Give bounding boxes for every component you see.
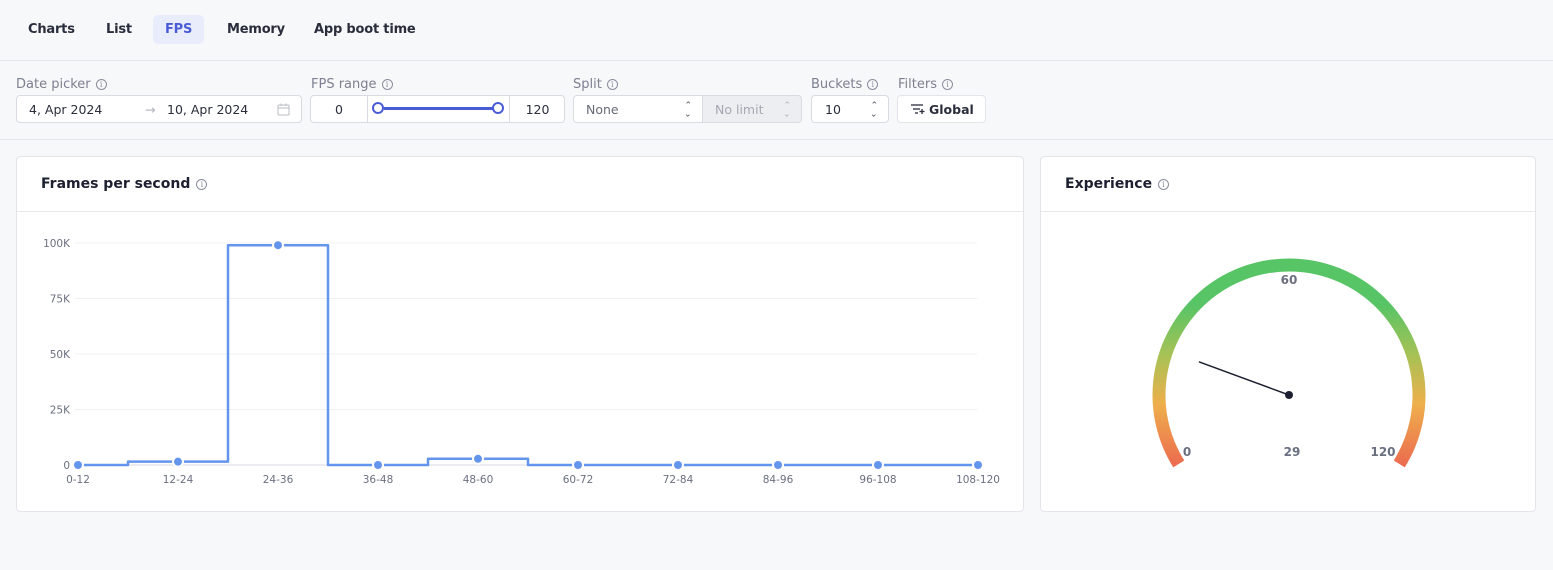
split-value: None <box>586 101 619 117</box>
data-point <box>674 461 682 469</box>
data-point <box>174 457 182 466</box>
split-select[interactable]: None ⌃ ⌃ <box>573 95 703 123</box>
gauge-min-label: 0 <box>1183 445 1191 459</box>
info-icon[interactable]: i <box>941 79 953 90</box>
date-picker-label-text: Date picker <box>16 77 91 92</box>
split-label: Split i <box>573 77 618 92</box>
experience-card-header: Experience i <box>1041 157 1535 212</box>
data-point <box>274 241 282 250</box>
chevron-updown-icon: ⌃ ⌃ <box>870 101 878 118</box>
calendar-icon <box>277 103 290 116</box>
y-tick-label: 75K <box>50 294 71 306</box>
x-tick-label: 108-120 <box>956 474 1000 486</box>
info-icon[interactable]: i <box>606 79 618 90</box>
y-tick-label: 0 <box>63 460 70 472</box>
fps-min-handle[interactable] <box>372 102 384 114</box>
tab-list[interactable]: List <box>94 15 144 44</box>
chevron-updown-icon: ⌃ ⌃ <box>783 101 791 118</box>
global-filter-label: Global <box>929 101 974 117</box>
fps-chart-card: Frames per second i 0 25K 50K 75K 100K 0-12 12… <box>16 156 1024 512</box>
x-tick-label: 60-72 <box>563 474 594 486</box>
experience-gauge: 0 60 120 29 <box>1152 258 1426 468</box>
date-range-picker[interactable]: 4, Apr 2024 → 10, Apr 2024 <box>16 95 302 123</box>
fps-max-input[interactable]: 120 <box>510 102 565 117</box>
data-point <box>474 454 482 463</box>
data-point <box>774 461 782 469</box>
data-point <box>374 461 382 469</box>
end-date[interactable]: 10, Apr 2024 <box>167 102 248 117</box>
split-limit-select[interactable]: No limit ⌃ ⌃ <box>702 95 802 123</box>
x-tick-label: 36-48 <box>363 474 394 486</box>
split-limit-value: No limit <box>715 101 764 117</box>
data-point <box>574 461 582 469</box>
tab-app-boot-time[interactable]: App boot time <box>302 15 428 44</box>
y-tick-label: 100K <box>43 238 71 250</box>
fps-card-title: Frames per second <box>41 176 191 192</box>
info-icon[interactable]: i <box>381 79 393 90</box>
buckets-value: 10 <box>825 101 841 117</box>
filter-add-icon <box>911 104 925 114</box>
fps-max-handle[interactable] <box>492 102 504 114</box>
fps-range-label: FPS range i <box>311 77 393 92</box>
data-point <box>74 461 82 469</box>
gauge-needle-hub <box>1285 391 1293 399</box>
chevron-updown-icon: ⌃ ⌃ <box>684 101 692 118</box>
global-filter-button[interactable]: Global <box>897 95 986 123</box>
data-point <box>974 461 982 469</box>
filters-label-text: Filters <box>898 77 937 92</box>
x-tick-label: 72-84 <box>663 474 694 486</box>
start-date[interactable]: 4, Apr 2024 <box>29 102 102 117</box>
info-icon[interactable]: i <box>196 178 208 190</box>
gauge-arc <box>1152 258 1426 468</box>
x-tick-label: 84-96 <box>763 474 794 486</box>
buckets-select[interactable]: 10 ⌃ ⌃ <box>811 95 889 123</box>
tab-bar: Charts List FPS Memory App boot time <box>0 0 1553 61</box>
fps-min-input[interactable]: 0 <box>311 102 367 117</box>
x-tick-label: 24-36 <box>263 474 294 486</box>
tab-charts[interactable]: Charts <box>16 15 87 44</box>
experience-card: Experience i 0 60 120 29 <box>1040 156 1536 512</box>
tab-memory[interactable]: Memory <box>215 15 297 44</box>
info-icon[interactable]: i <box>1158 178 1170 190</box>
experience-card-title: Experience <box>1065 176 1153 192</box>
tab-fps[interactable]: FPS <box>153 15 205 44</box>
x-tick-label: 12-24 <box>163 474 194 486</box>
fps-card-header: Frames per second i <box>17 157 1023 212</box>
filter-toolbar: Date picker i 4, Apr 2024 → 10, Apr 2024 … <box>0 61 1553 140</box>
info-icon[interactable]: i <box>867 79 879 90</box>
x-tick-label: 0-12 <box>66 474 90 486</box>
x-tick-label: 96-108 <box>859 474 896 486</box>
y-tick-label: 50K <box>50 349 71 361</box>
fps-histogram-chart: 0 25K 50K 75K 100K 0-12 12-24 24-36 36-48 48-60 60… <box>43 238 1000 486</box>
gauge-max-label: 120 <box>1370 445 1395 459</box>
y-tick-label: 25K <box>50 405 71 417</box>
gauge-value-label: 29 <box>1284 445 1301 459</box>
fps-range-track <box>384 107 498 110</box>
fps-range-control: 0 120 <box>310 95 565 123</box>
fps-series-line <box>78 243 978 467</box>
filters-label: Filters i <box>898 77 953 92</box>
buckets-label: Buckets i <box>811 77 879 92</box>
gauge-mid-label: 60 <box>1281 273 1298 287</box>
date-picker-label: Date picker i <box>16 77 107 92</box>
info-icon[interactable]: i <box>95 79 107 90</box>
split-label-text: Split <box>573 77 602 92</box>
divider <box>367 96 368 122</box>
x-tick-label: 48-60 <box>463 474 494 486</box>
gauge-needle <box>1198 361 1290 396</box>
fps-range-label-text: FPS range <box>311 77 377 92</box>
buckets-label-text: Buckets <box>811 77 863 92</box>
arrow-right-icon: → <box>145 101 156 117</box>
data-point <box>874 461 882 469</box>
